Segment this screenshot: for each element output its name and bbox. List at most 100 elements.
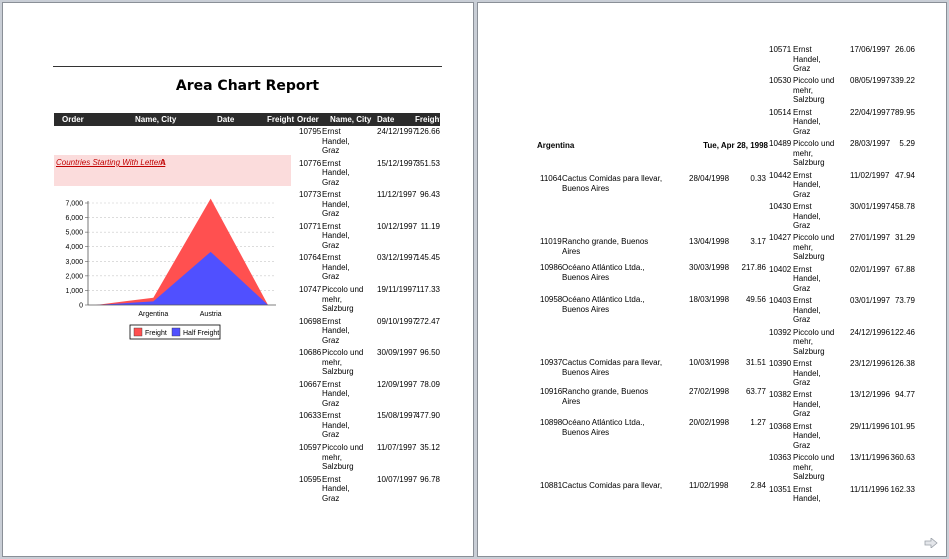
date-cell: 11/11/1996 (850, 484, 889, 494)
date-cell: 20/02/1998 (689, 418, 730, 427)
table-row: 10881 Cactus Comidas para llevar, 11/02/19… (540, 481, 766, 491)
legend-label: Freight (145, 330, 167, 337)
date-cell: 29/11/1996 (850, 421, 890, 431)
order-cell: 10771 (299, 221, 322, 231)
order-cell: 10898 (540, 418, 563, 427)
name-city-cell: Ernst Handel, Graz (793, 45, 821, 73)
date-cell: 23/12/1996 (850, 359, 891, 368)
freight-cell: 73.79 (894, 296, 915, 306)
name-city-cell: Ernst Handel, Graz (322, 316, 350, 345)
x-tick-label: Austria (200, 311, 222, 318)
order-cell: 10667 (299, 379, 322, 389)
name-city-cell: Ernst Handel, (793, 484, 821, 504)
y-tick-label: 2,000 (65, 273, 83, 280)
name-city-cell: Cactus Comidas para llevar, (562, 481, 663, 490)
date-cell: 13/11/1996 (850, 453, 890, 463)
y-tick-label: 6,000 (65, 215, 83, 222)
table-row: 10430 Ernst Handel, Graz 30/01/1997 458.78 (769, 202, 915, 231)
name-city-cell: Ernst Handel, Graz (793, 202, 821, 230)
legend-swatch (171, 327, 181, 337)
y-tick-label: 3,000 (65, 259, 83, 266)
freight-cell: 339.22 (890, 76, 915, 86)
name-city-cell: Ernst Handel, Graz (322, 253, 350, 282)
name-city-cell: Océano Atlántico Ltda., Buenos Aires (562, 263, 645, 282)
area-chart: 0 1,000 2,000 3,000 4,000 5,000 6,000 7,000 Arge… (65, 198, 276, 340)
order-cell: 10363 (769, 453, 792, 463)
date-cell: 03/12/1997 (377, 253, 418, 263)
name-city-cell: Ernst Handel, Graz (322, 190, 350, 219)
freight-cell: 78.09 (419, 379, 440, 389)
table-row: 10698 Ernst Handel, Graz 09/10/1997 272.47 (299, 317, 440, 346)
order-cell: 10881 (540, 481, 563, 490)
name-city-cell: Ernst Handel, Graz (793, 421, 821, 450)
order-cell: 10514 (769, 107, 792, 117)
name-city-cell: Ernst Handel, Graz (322, 379, 350, 408)
freight-cell: 11.19 (420, 221, 440, 231)
date-cell: 13/04/1998 (689, 237, 730, 246)
table-row: 10986 Océano Atlántico Ltda., Buenos Aire… (540, 263, 766, 282)
name-city-cell: Ernst Handel, Graz (322, 221, 350, 250)
freight-cell: 126.66 (415, 127, 440, 136)
name-city-cell: Piccolo und mehr, Salzburg (322, 443, 364, 471)
name-city-cell: Ernst Handel, Graz (322, 474, 350, 503)
table-row: 10595 Ernst Handel, Graz 10/07/1997 96.78 (299, 475, 440, 504)
name-city-cell: Ernst Handel, Graz (793, 296, 821, 325)
order-cell: 10937 (540, 358, 563, 367)
date-cell: 30/01/1997 (850, 202, 891, 211)
table-row: 11064 Cactus Comidas para llevar, Buenos … (540, 174, 766, 193)
freight-cell: 1.27 (750, 418, 766, 427)
name-city-cell: Rancho grande, Buenos Aires (562, 387, 649, 406)
table-header-left: Order Name, City Date Freight Order Name… (54, 113, 443, 126)
order-cell: 11064 (540, 174, 562, 183)
header-name-city: Name, City (135, 115, 177, 124)
freight-cell: 0.33 (750, 174, 766, 183)
name-city-cell: Océano Atlántico Ltda., Buenos Aires (562, 295, 645, 314)
freight-cell: 3.17 (750, 237, 766, 246)
freight-cell: 96.78 (419, 474, 440, 484)
order-cell: 10776 (299, 158, 322, 168)
table-row: 10402 Ernst Handel, Graz 02/01/1997 67.88 (769, 265, 915, 294)
x-tick-label: Argentina (138, 311, 168, 318)
date-cell: 27/01/1997 (850, 233, 891, 243)
header-freight-2: Freight (415, 115, 443, 124)
table-row: 10747 Piccolo und mehr, Salzburg 19/11/199… (299, 285, 440, 314)
freight-cell: 162.33 (890, 484, 915, 494)
table-row: 10958 Océano Atlántico Ltda., Buenos Aire… (540, 295, 766, 314)
table-row: 10916 Rancho grande, Buenos Aires 27/02/19… (540, 387, 766, 406)
name-city-cell: Piccolo und mehr, Salzburg (322, 348, 364, 377)
date-cell: 11/07/1997 (377, 443, 417, 452)
name-city-cell: Cactus Comidas para llevar, Buenos Aires (562, 358, 663, 377)
date-cell: 08/05/1997 (850, 76, 891, 86)
freight-cell: 26.06 (894, 45, 915, 54)
order-cell: 10597 (299, 443, 322, 452)
name-city-cell: Ernst Handel, Graz (322, 411, 350, 440)
order-cell: 10747 (299, 285, 322, 294)
table-row: 10764 Ernst Handel, Graz 03/12/1997 145.45 (299, 253, 440, 282)
order-cell: 11019 (540, 237, 562, 246)
table-row: 10597 Piccolo und mehr, Salzburg 11/07/199… (299, 443, 440, 472)
freight-cell: 360.63 (890, 453, 915, 463)
date-cell: 03/01/1997 (850, 296, 891, 306)
table-row: 10530 Piccolo und mehr, Salzburg 08/05/199… (769, 76, 915, 105)
report-page-2: Argentina Tue, Apr 28, 1998 11064 Cactus … (477, 2, 947, 557)
freight-cell: 2.84 (750, 481, 766, 490)
name-city-cell: Ernst Handel, Graz (793, 264, 821, 293)
header-order: Order (62, 115, 84, 124)
table-row: 10392 Piccolo und mehr, Salzburg 24/12/199… (769, 328, 915, 357)
date-cell: 10/07/1997 (377, 474, 418, 484)
table-row: 11019 Rancho grande, Buenos Aires 13/04/19… (540, 237, 766, 256)
date-cell: 10/12/1997 (377, 221, 418, 231)
order-cell: 10686 (299, 348, 322, 358)
order-cell: 10430 (769, 202, 792, 211)
date-cell: 11/12/1997 (377, 190, 417, 200)
header-name-city-2: Name, City (330, 115, 372, 124)
group-value: A (160, 158, 166, 167)
country-header: Argentina (537, 141, 575, 150)
name-city-cell: Ernst Handel, Graz (322, 127, 350, 155)
table-row: 10667 Ernst Handel, Graz 12/09/1997 78.09 (299, 380, 440, 409)
next-page-arrow-icon[interactable] (924, 538, 938, 548)
y-tick-label: 7,000 (65, 201, 83, 208)
legend-label: Half Freight (183, 330, 219, 337)
y-tick-label: 4,000 (65, 244, 83, 251)
date-cell: 28/03/1997 (850, 139, 891, 149)
